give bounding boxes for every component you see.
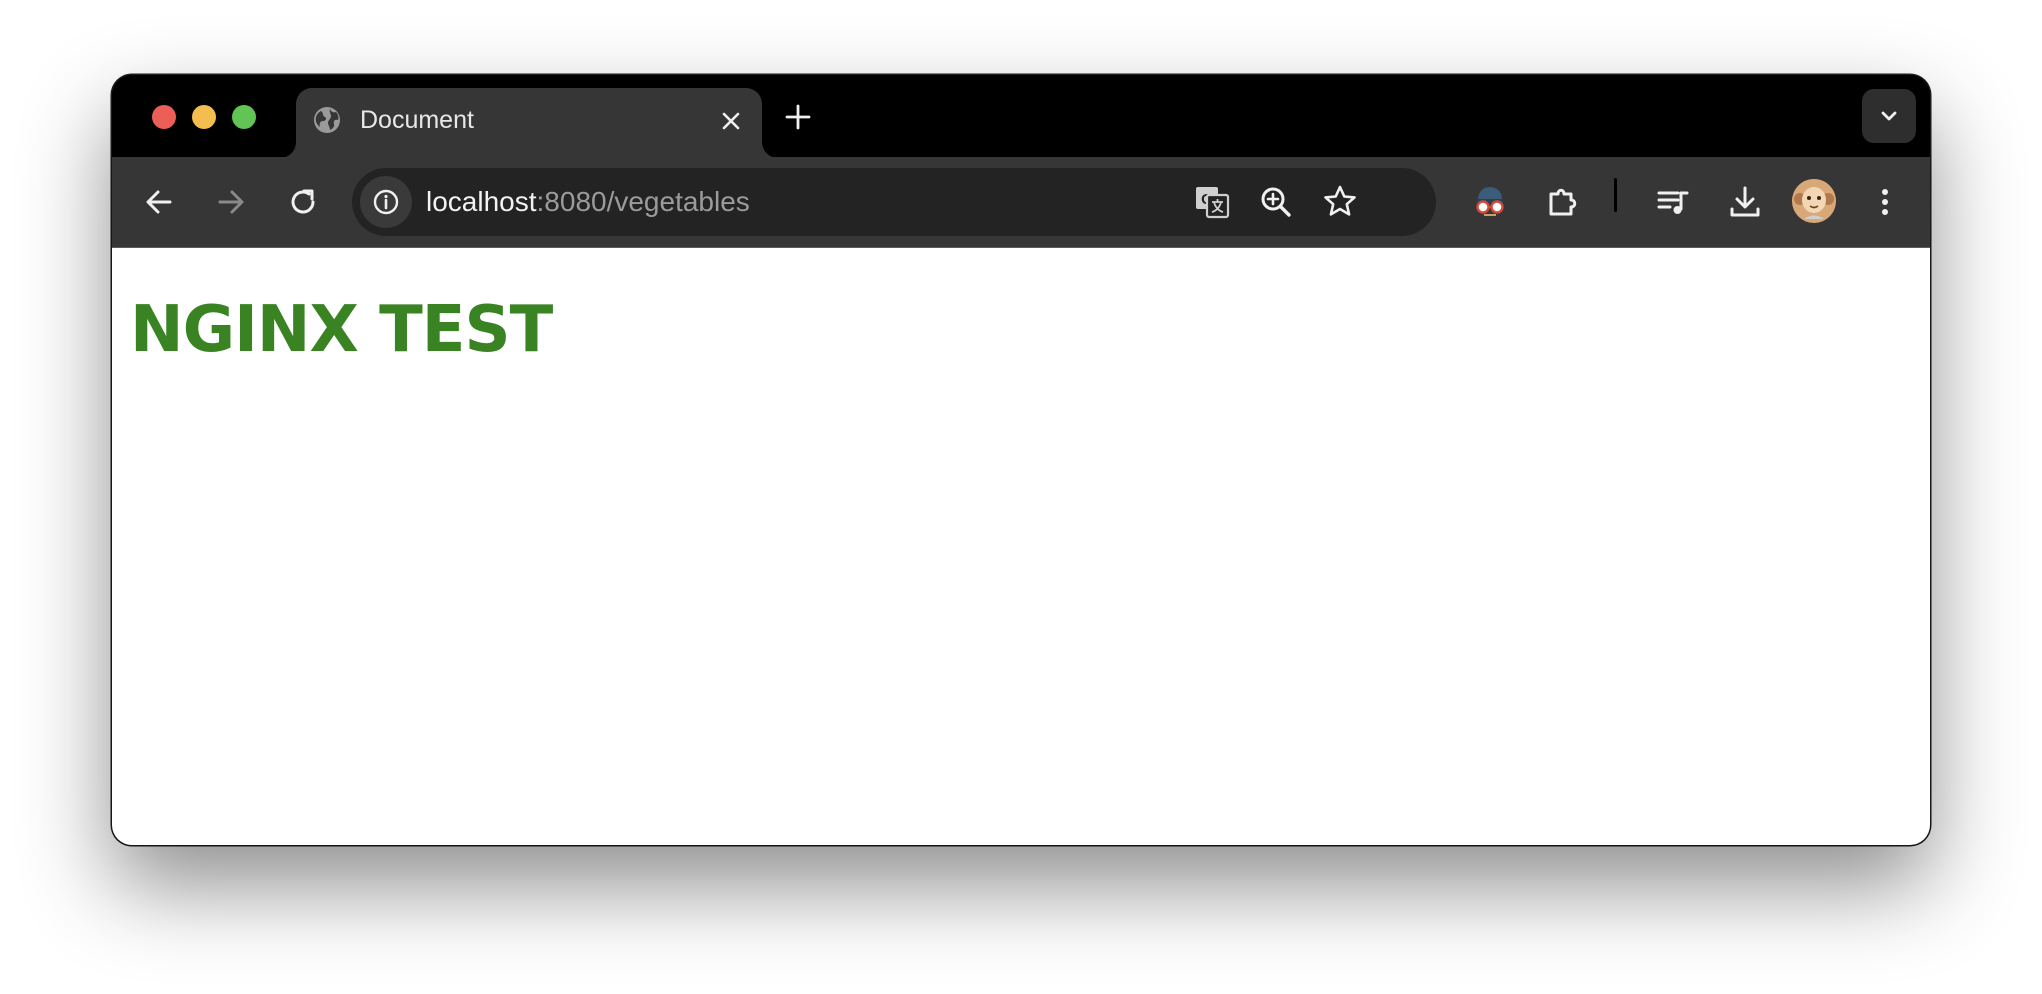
more-menu-icon[interactable] xyxy=(1866,183,1904,221)
globe-icon xyxy=(314,107,340,133)
download-icon[interactable] xyxy=(1726,183,1764,221)
page-heading: NGINX TEST xyxy=(130,293,553,367)
url-host: localhost xyxy=(426,186,537,217)
site-info-button[interactable] xyxy=(360,176,412,228)
back-icon[interactable] xyxy=(140,183,178,221)
tab-document[interactable]: Document xyxy=(296,88,762,158)
address-bar[interactable]: localhost:8080/vegetables G xyxy=(352,168,1436,236)
extensions-puzzle-icon[interactable] xyxy=(1544,183,1582,221)
window-close-button[interactable] xyxy=(152,105,176,129)
chevron-down-icon xyxy=(1881,111,1897,121)
tab-strip: Document xyxy=(112,75,1930,158)
url-path: :8080/vegetables xyxy=(536,186,750,217)
monkey-avatar-icon xyxy=(1792,179,1836,223)
profile-avatar[interactable] xyxy=(1792,179,1836,223)
browser-toolbar: localhost:8080/vegetables G xyxy=(112,157,1930,247)
extension-spy-icon[interactable] xyxy=(1470,182,1510,222)
window-maximize-button[interactable] xyxy=(232,105,256,129)
new-tab-icon[interactable] xyxy=(784,103,812,131)
info-icon xyxy=(373,189,399,215)
tab-search-button[interactable] xyxy=(1862,89,1916,143)
close-icon[interactable] xyxy=(718,108,744,134)
toolbar-divider xyxy=(1614,178,1617,212)
translate-icon[interactable]: G xyxy=(1192,182,1232,222)
url-text[interactable]: localhost:8080/vegetables xyxy=(426,185,750,219)
browser-window: Document localhost:8080/vegetables NGINX… xyxy=(112,75,1930,845)
bookmark-star-icon[interactable] xyxy=(1320,182,1360,222)
window-minimize-button[interactable] xyxy=(192,105,216,129)
media-playlist-icon[interactable] xyxy=(1654,183,1692,221)
reload-icon[interactable] xyxy=(284,183,322,221)
zoom-icon[interactable] xyxy=(1256,182,1296,222)
tab-title: Document xyxy=(360,106,474,134)
page-content: NGINX TEST xyxy=(112,247,1930,845)
forward-icon[interactable] xyxy=(212,183,250,221)
